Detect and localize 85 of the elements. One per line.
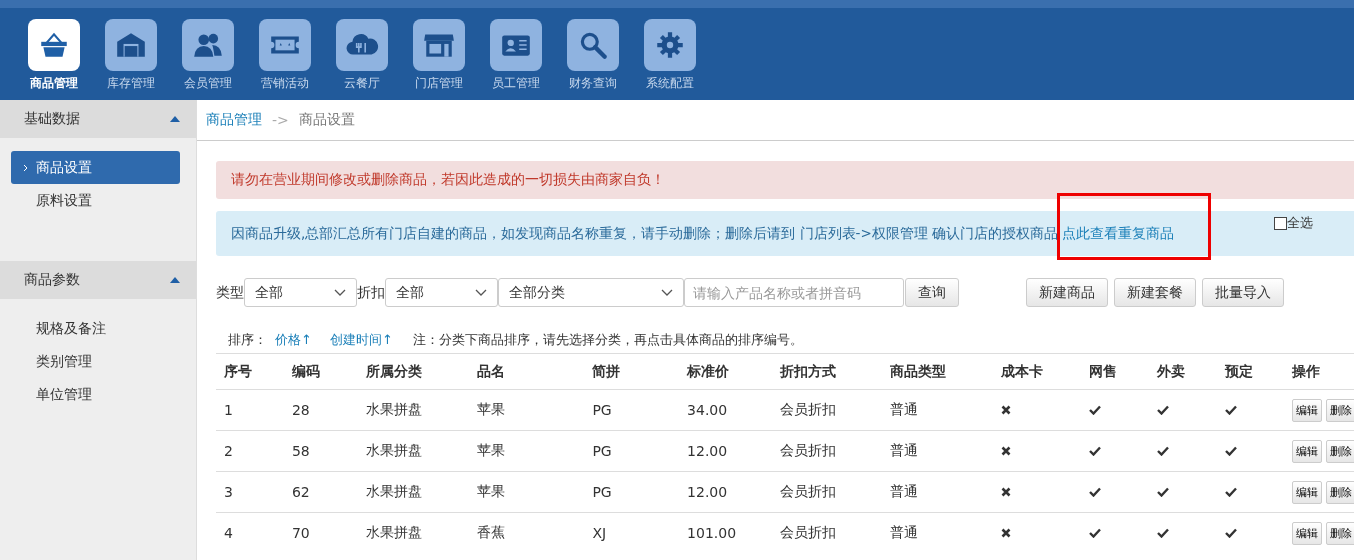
dropdown[interactable]: 全部分类 xyxy=(498,278,684,307)
sidebar-item[interactable]: 原料设置 xyxy=(11,184,180,217)
column-header: 所属分类 xyxy=(358,353,470,390)
table-cell: 28 xyxy=(283,389,358,431)
action-button[interactable]: 新建商品 xyxy=(1026,278,1108,307)
chevron-down-icon xyxy=(475,289,487,296)
row-action-button[interactable]: 删除 xyxy=(1326,521,1354,545)
table-cell: 101.00 xyxy=(679,512,772,553)
duplicate-products-link[interactable]: 点此查看重复商品 xyxy=(1062,224,1175,243)
table-cell: 12.00 xyxy=(679,471,772,513)
table-cell: PG xyxy=(584,471,680,513)
sort-label: 排序： xyxy=(228,331,267,349)
table-cell: 水果拼盘 xyxy=(358,389,470,431)
row-action-button[interactable]: 编辑 xyxy=(1292,521,1323,545)
column-header: 外卖 xyxy=(1149,353,1218,390)
table-cell: PG xyxy=(584,430,680,472)
table-cell: 水果拼盘 xyxy=(358,430,470,472)
table-cell: 普通 xyxy=(881,389,993,431)
sort-note: 注：分类下商品排序，请先选择分类，再点击具体商品的排序编号。 xyxy=(412,331,803,349)
column-header: 标准价 xyxy=(679,353,772,390)
action-button[interactable]: 新建套餐 xyxy=(1114,278,1196,307)
dropdown[interactable]: 全部 xyxy=(244,278,357,307)
table-cell: 水果拼盘 xyxy=(358,471,470,513)
breadcrumb-separator: -> xyxy=(272,112,289,128)
chevron-down-icon xyxy=(661,289,673,296)
sort-link[interactable]: 创建时间↑ xyxy=(329,331,393,349)
table-cell: PG xyxy=(584,389,680,431)
column-header: 编码 xyxy=(283,353,358,390)
column-header: 品名 xyxy=(469,353,585,390)
sidebar-section-header[interactable]: 基础数据 xyxy=(0,100,196,138)
select-all-checkbox[interactable]: 全选 xyxy=(1274,214,1313,232)
row-action-button[interactable]: 编辑 xyxy=(1292,398,1323,422)
sidebar-section-header[interactable]: 商品参数 xyxy=(0,261,196,299)
chevron-down-icon xyxy=(334,289,346,296)
filter-label: 类型 xyxy=(216,283,244,302)
column-header: 序号 xyxy=(216,353,284,390)
table-cell: XJ xyxy=(584,512,680,553)
table-cell: 会员折扣 xyxy=(771,471,882,513)
dropdown[interactable]: 全部 xyxy=(385,278,498,307)
column-header: 简拼 xyxy=(584,353,680,390)
column-header: 预定 xyxy=(1217,353,1285,390)
sort-link[interactable]: 价格↑ xyxy=(275,331,312,349)
table-cell: 香蕉 xyxy=(469,512,585,553)
sidebar-item[interactable]: 单位管理 xyxy=(11,378,180,411)
table-cell: 1 xyxy=(216,389,284,431)
table-cell: 苹果 xyxy=(469,389,585,431)
column-header: 折扣方式 xyxy=(771,353,882,390)
search-field[interactable]: 请输入产品名称或者拼音码 xyxy=(684,278,904,307)
breadcrumb-link[interactable]: 商品管理 xyxy=(206,111,262,129)
chevron-icon xyxy=(23,163,28,172)
column-header: 操作 xyxy=(1284,353,1354,390)
table-cell: 苹果 xyxy=(469,430,585,472)
table-cell: 62 xyxy=(283,471,358,513)
table-cell: 58 xyxy=(283,430,358,472)
column-header: 成本卡 xyxy=(992,353,1082,390)
row-action-button[interactable]: 编辑 xyxy=(1292,439,1323,463)
breadcrumb-current: 商品设置 xyxy=(298,111,355,129)
row-action-button[interactable]: 删除 xyxy=(1326,480,1354,504)
warning-alert: 请勿在营业期间修改或删除商品，若因此造成的一切损失由商家自负！ xyxy=(216,161,1354,199)
table-cell: 苹果 xyxy=(469,471,585,513)
table-cell: 会员折扣 xyxy=(771,430,882,472)
query-button[interactable]: 查询 xyxy=(905,278,959,307)
row-action-button[interactable]: 删除 xyxy=(1326,398,1354,422)
table-cell: 水果拼盘 xyxy=(358,512,470,553)
table-cell: 70 xyxy=(283,512,358,553)
table-cell: 普通 xyxy=(881,430,993,472)
sidebar-item[interactable]: 商品设置 xyxy=(11,151,180,184)
table-cell: 会员折扣 xyxy=(771,389,882,431)
sidebar-item[interactable]: 规格及备注 xyxy=(11,312,180,345)
column-header: 商品类型 xyxy=(881,353,993,390)
sidebar-item[interactable]: 类别管理 xyxy=(11,345,180,378)
table-cell: 3 xyxy=(216,471,284,513)
column-header: 网售 xyxy=(1081,353,1150,390)
filter-label: 折扣 xyxy=(357,283,385,302)
row-action-button[interactable]: 删除 xyxy=(1326,439,1354,463)
table-cell: 34.00 xyxy=(679,389,772,431)
table-cell: 4 xyxy=(216,512,284,553)
row-action-button[interactable]: 编辑 xyxy=(1292,480,1323,504)
table-cell: 会员折扣 xyxy=(771,512,882,553)
table-cell: 12.00 xyxy=(679,430,772,472)
action-button[interactable]: 批量导入 xyxy=(1202,278,1284,307)
table-cell: 普通 xyxy=(881,471,993,513)
table-cell: 普通 xyxy=(881,512,993,553)
info-text: 因商品升级,总部汇总所有门店自建的商品，如发现商品名称重复，请手动删除；删除后请到 门店列表->权限管理 确认门店的授权商品 xyxy=(231,224,1059,243)
table-cell: 2 xyxy=(216,430,284,472)
